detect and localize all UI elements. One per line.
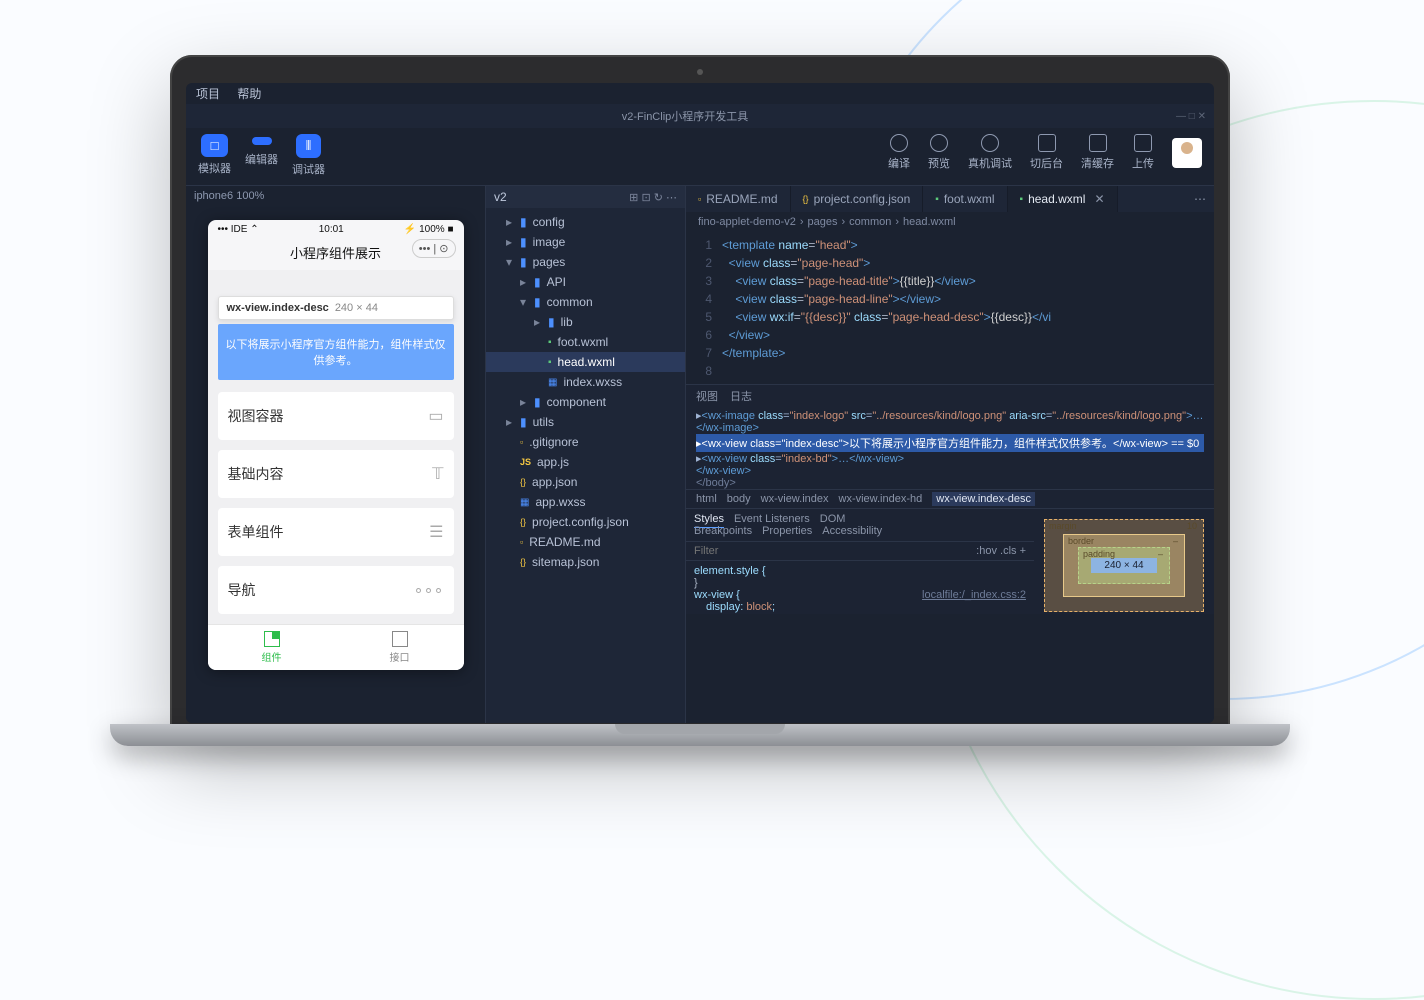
tree-index.wxss[interactable]: ▦index.wxss [486,372,685,392]
component-category-1[interactable]: 基础内容𝕋 [218,450,454,498]
tree-project.config.json[interactable]: {}project.config.json [486,512,685,532]
tree-foot.wxml[interactable]: ▪foot.wxml [486,332,685,352]
editor-tab-3[interactable]: ▪head.wxml✕ [1008,186,1118,212]
laptop-frame: 项目 帮助 v2-FinClip小程序开发工具 — □ ✕ □模拟器 编辑器 ⫴… [170,55,1230,746]
breadcrumbs[interactable]: fino-applet-demo-v2›pages›common›head.wx… [686,212,1214,232]
tree-config[interactable]: ▸▮config [486,212,685,232]
menu-project[interactable]: 项目 [196,87,220,101]
menubar: 项目 帮助 [186,83,1214,104]
editor-tab-0[interactable]: ▫README.md [686,186,791,212]
editor-tabs: ▫README.md {}project.config.json ▪foot.w… [686,186,1214,212]
toolbar-mode-2[interactable]: ⫴调试器 [292,134,325,177]
tree-image[interactable]: ▸▮image [486,232,685,252]
toolbar-action-3[interactable]: 切后台 [1030,134,1063,171]
toolbar-action-1[interactable]: 预览 [928,134,950,171]
explorer-root[interactable]: v2 [494,190,507,204]
tabs-more[interactable]: ⋯ [1186,192,1214,206]
tree-pages[interactable]: ▾▮pages [486,252,685,272]
style-filter-input[interactable] [686,542,968,560]
avatar[interactable] [1172,138,1202,168]
toolbar-mode-0[interactable]: □模拟器 [198,134,231,177]
phone-title: 小程序组件展示 ••• | ⊙ [208,239,464,270]
tree-utils[interactable]: ▸▮utils [486,412,685,432]
toolbar-mode-1[interactable]: 编辑器 [245,134,278,177]
devtools-panel: 视图日志 ▸<wx-image class="index-logo" src="… [686,384,1214,614]
tree-common[interactable]: ▾▮common [486,292,685,312]
editor-tab-2[interactable]: ▪foot.wxml [923,186,1007,212]
titlebar: v2-FinClip小程序开发工具 — □ ✕ [186,104,1214,128]
box-model: margin 10 border – padding – 240 × 4 [1034,509,1214,614]
phone-tabbar: 组件 接口 [208,624,464,670]
inspect-tooltip: wx-view.index-desc240 × 44 [218,296,454,320]
phone-preview: ••• IDE ⌃ 10:01 ⚡ 100% ■ 小程序组件展示 ••• | ⊙… [208,220,464,670]
menu-help[interactable]: 帮助 [237,87,261,101]
component-category-0[interactable]: 视图容器▭ [218,392,454,440]
phone-statusbar: ••• IDE ⌃ 10:01 ⚡ 100% ■ [208,220,464,239]
style-tabs[interactable]: StylesEvent ListenersDOM BreakpointsProp… [686,509,1034,541]
devtools-top-tabs[interactable]: 视图日志 [686,385,1214,407]
component-category-2[interactable]: 表单组件☰ [218,508,454,556]
tree-component[interactable]: ▸▮component [486,392,685,412]
file-explorer: v2 ⊞ ⊡ ↻ ⋯ ▸▮config ▸▮image ▾▮pages ▸▮AP… [486,186,686,723]
tree-app.json[interactable]: {}app.json [486,472,685,492]
camera-dot [697,69,703,75]
tree-API[interactable]: ▸▮API [486,272,685,292]
editor-pane: ▫README.md {}project.config.json ▪foot.w… [686,186,1214,723]
tree-sitemap.json[interactable]: {}sitemap.json [486,552,685,572]
editor-tab-1[interactable]: {}project.config.json [791,186,924,212]
toolbar-action-0[interactable]: 编译 [888,134,910,171]
simulator-pane: iphone6 100% ••• IDE ⌃ 10:01 ⚡ 100% ■ 小程… [186,186,486,723]
capsule-button[interactable]: ••• | ⊙ [412,239,456,258]
tree-lib[interactable]: ▸▮lib [486,312,685,332]
dom-breadcrumb[interactable]: htmlbodywx-view.indexwx-view.index-hdwx-… [686,489,1214,508]
toolbar-action-4[interactable]: 清缓存 [1081,134,1114,171]
window-controls[interactable]: — □ ✕ [1176,111,1206,122]
style-filter-buttons[interactable]: :hov .cls + [968,542,1034,560]
code-area[interactable]: 1<template name="head">2 <view class="pa… [686,232,1214,384]
tree-README.md[interactable]: ▫README.md [486,532,685,552]
highlighted-element[interactable]: 以下将展示小程序官方组件能力，组件样式仅供参考。 [218,324,454,380]
tree-.gitignore[interactable]: ▫.gitignore [486,432,685,452]
toolbar-action-5[interactable]: 上传 [1132,134,1154,171]
tab-components[interactable]: 组件 [208,625,336,670]
app-title: v2-FinClip小程序开发工具 [194,108,1176,124]
style-rules[interactable]: element.style {}</span><span class="rule… [686,561,1034,614]
dom-tree[interactable]: ▸<wx-image class="index-logo" src="../re… [686,407,1214,489]
tree-head.wxml[interactable]: ▪head.wxml [486,352,685,372]
component-category-3[interactable]: 导航∘∘∘ [218,566,454,614]
tree-app.wxss[interactable]: ▦app.wxss [486,492,685,512]
explorer-actions[interactable]: ⊞ ⊡ ↻ ⋯ [629,191,677,204]
toolbar-action-2[interactable]: 真机调试 [968,134,1012,171]
app-window: 项目 帮助 v2-FinClip小程序开发工具 — □ ✕ □模拟器 编辑器 ⫴… [186,83,1214,723]
tree-app.js[interactable]: JSapp.js [486,452,685,472]
toolbar: □模拟器 编辑器 ⫴调试器 编译 预览 真机调试 切后台 清缓存 上传 [186,128,1214,186]
tab-api[interactable]: 接口 [336,625,464,670]
simulator-device[interactable]: iphone6 100% [186,186,485,206]
